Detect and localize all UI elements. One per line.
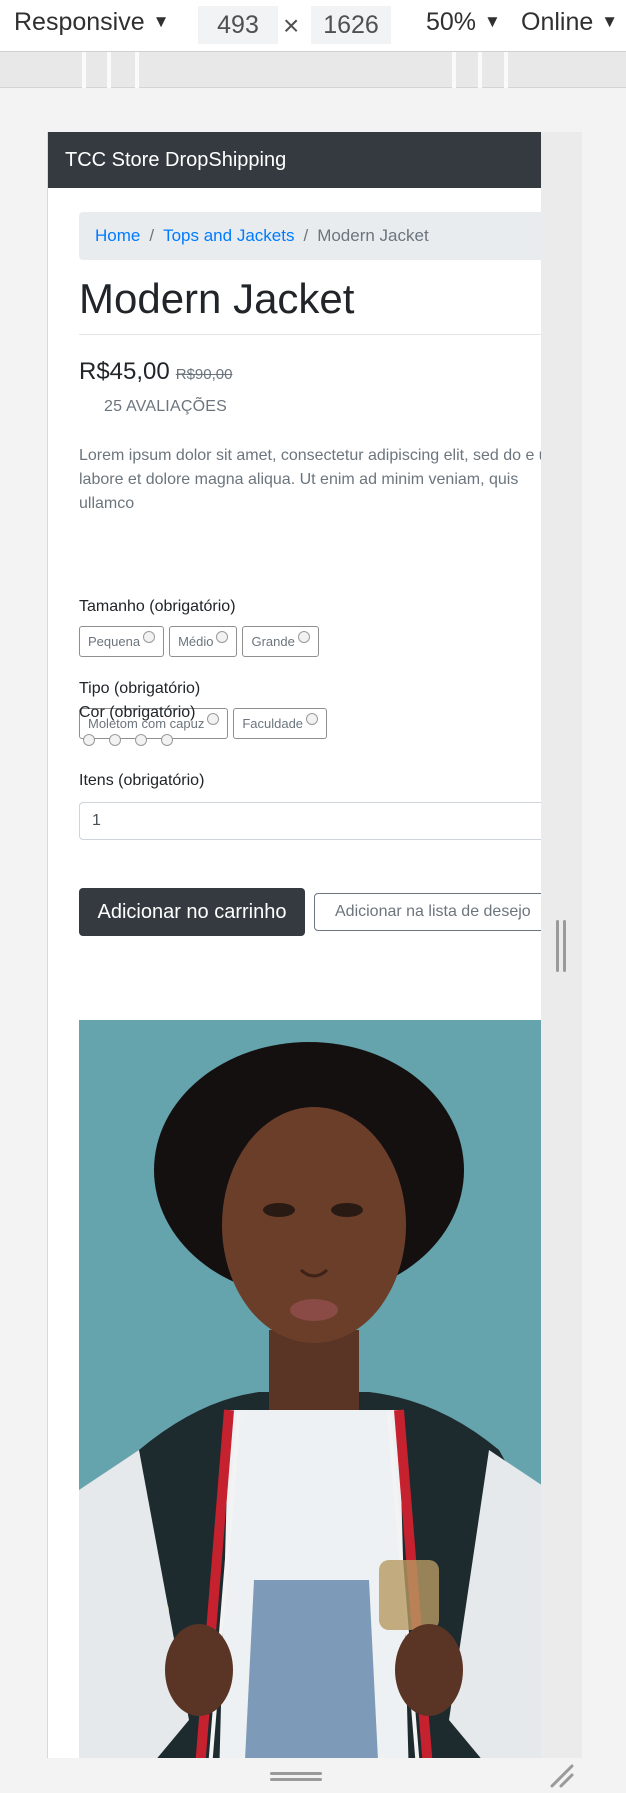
size-label: Tamanho (obrigatório) xyxy=(79,598,236,615)
size-option-label: Pequena xyxy=(88,634,141,649)
breadcrumb-current: Modern Jacket xyxy=(317,226,429,245)
device-viewport: TCC Store DropShipping Home / Tops and J… xyxy=(47,132,541,1758)
color-radio[interactable] xyxy=(83,734,95,746)
media-query-ruler[interactable] xyxy=(0,52,626,88)
color-radio[interactable] xyxy=(161,734,173,746)
add-to-wishlist-button[interactable]: Adicionar na lista de desejo xyxy=(314,893,541,931)
resize-corner-icon[interactable] xyxy=(548,1762,574,1788)
width-input[interactable]: 493 xyxy=(198,6,278,44)
radio-button[interactable] xyxy=(216,630,229,643)
resize-handle-bottom[interactable] xyxy=(270,1772,322,1782)
model-photo-illustration xyxy=(79,1020,541,1758)
type-option-college[interactable]: Faculdade xyxy=(233,708,328,739)
radio-button[interactable] xyxy=(207,712,220,725)
ruler-marker xyxy=(135,52,139,88)
product-photo xyxy=(79,1020,541,1758)
size-option-label: Médio xyxy=(178,634,214,649)
dimension-separator: × xyxy=(283,10,300,41)
review-count[interactable]: 25 AVALIAÇÕES xyxy=(104,398,227,416)
product-title: Modern Jacket xyxy=(79,275,355,322)
network-caret-icon: ▼ xyxy=(601,12,619,31)
size-options: Pequena Médio Grande xyxy=(79,626,319,657)
color-options xyxy=(83,734,173,746)
ruler-marker xyxy=(82,52,86,88)
color-label: Cor (obrigatório) xyxy=(79,704,196,721)
ruler-marker xyxy=(504,52,508,88)
product-price: R$45,00 xyxy=(79,358,170,385)
product-price-block: R$45,00 R$90,00 xyxy=(79,358,232,386)
quantity-input[interactable]: 1 xyxy=(79,802,541,840)
breadcrumb: Home / Tops and Jackets / Modern Jacket xyxy=(79,212,541,260)
breadcrumb-category-link[interactable]: Tops and Jackets xyxy=(163,226,294,246)
device-label: Responsive xyxy=(14,8,145,36)
breadcrumb-separator: / xyxy=(149,226,155,245)
zoom-caret-icon: ▼ xyxy=(484,12,501,31)
size-option-medium[interactable]: Médio xyxy=(169,626,238,657)
network-throttle-select[interactable]: Online ▼ xyxy=(521,8,618,37)
add-to-cart-button[interactable]: Adicionar no carrinho xyxy=(79,888,305,936)
resize-handle-right[interactable] xyxy=(556,920,566,972)
product-old-price: R$90,00 xyxy=(175,366,233,383)
product-description: Lorem ipsum dolor sit amet, consectetur … xyxy=(79,447,541,512)
height-input[interactable]: 1626 xyxy=(311,6,391,44)
size-option-large[interactable]: Grande xyxy=(242,626,319,657)
ruler-marker xyxy=(452,52,456,88)
radio-button[interactable] xyxy=(297,630,310,643)
devtools-toolbar: Responsive ▼ 493 × 1626 50% ▼ Online ▼ xyxy=(0,0,626,52)
zoom-select[interactable]: 50% ▼ xyxy=(426,8,501,37)
radio-button[interactable] xyxy=(143,630,156,643)
device-caret-icon: ▼ xyxy=(152,12,170,31)
breadcrumb-home-link[interactable]: Home xyxy=(95,226,140,246)
radio-button[interactable] xyxy=(306,712,319,725)
breadcrumb-separator: / xyxy=(303,226,309,245)
ruler-marker xyxy=(107,52,111,88)
navbar: TCC Store DropShipping xyxy=(48,132,541,188)
network-label: Online xyxy=(521,8,594,36)
type-label: Tipo (obrigatório) xyxy=(79,680,201,697)
type-option-label: Faculdade xyxy=(242,716,304,731)
color-radio[interactable] xyxy=(135,734,147,746)
size-option-label: Grande xyxy=(251,634,295,649)
title-divider xyxy=(79,334,541,335)
quantity-label: Itens (obrigatório) xyxy=(79,772,205,789)
ruler-marker xyxy=(478,52,482,88)
device-select[interactable]: Responsive ▼ xyxy=(14,8,169,37)
zoom-label: 50% xyxy=(426,8,477,36)
size-option-small[interactable]: Pequena xyxy=(79,626,165,657)
color-radio[interactable] xyxy=(109,734,121,746)
navbar-brand[interactable]: TCC Store DropShipping xyxy=(65,149,286,172)
